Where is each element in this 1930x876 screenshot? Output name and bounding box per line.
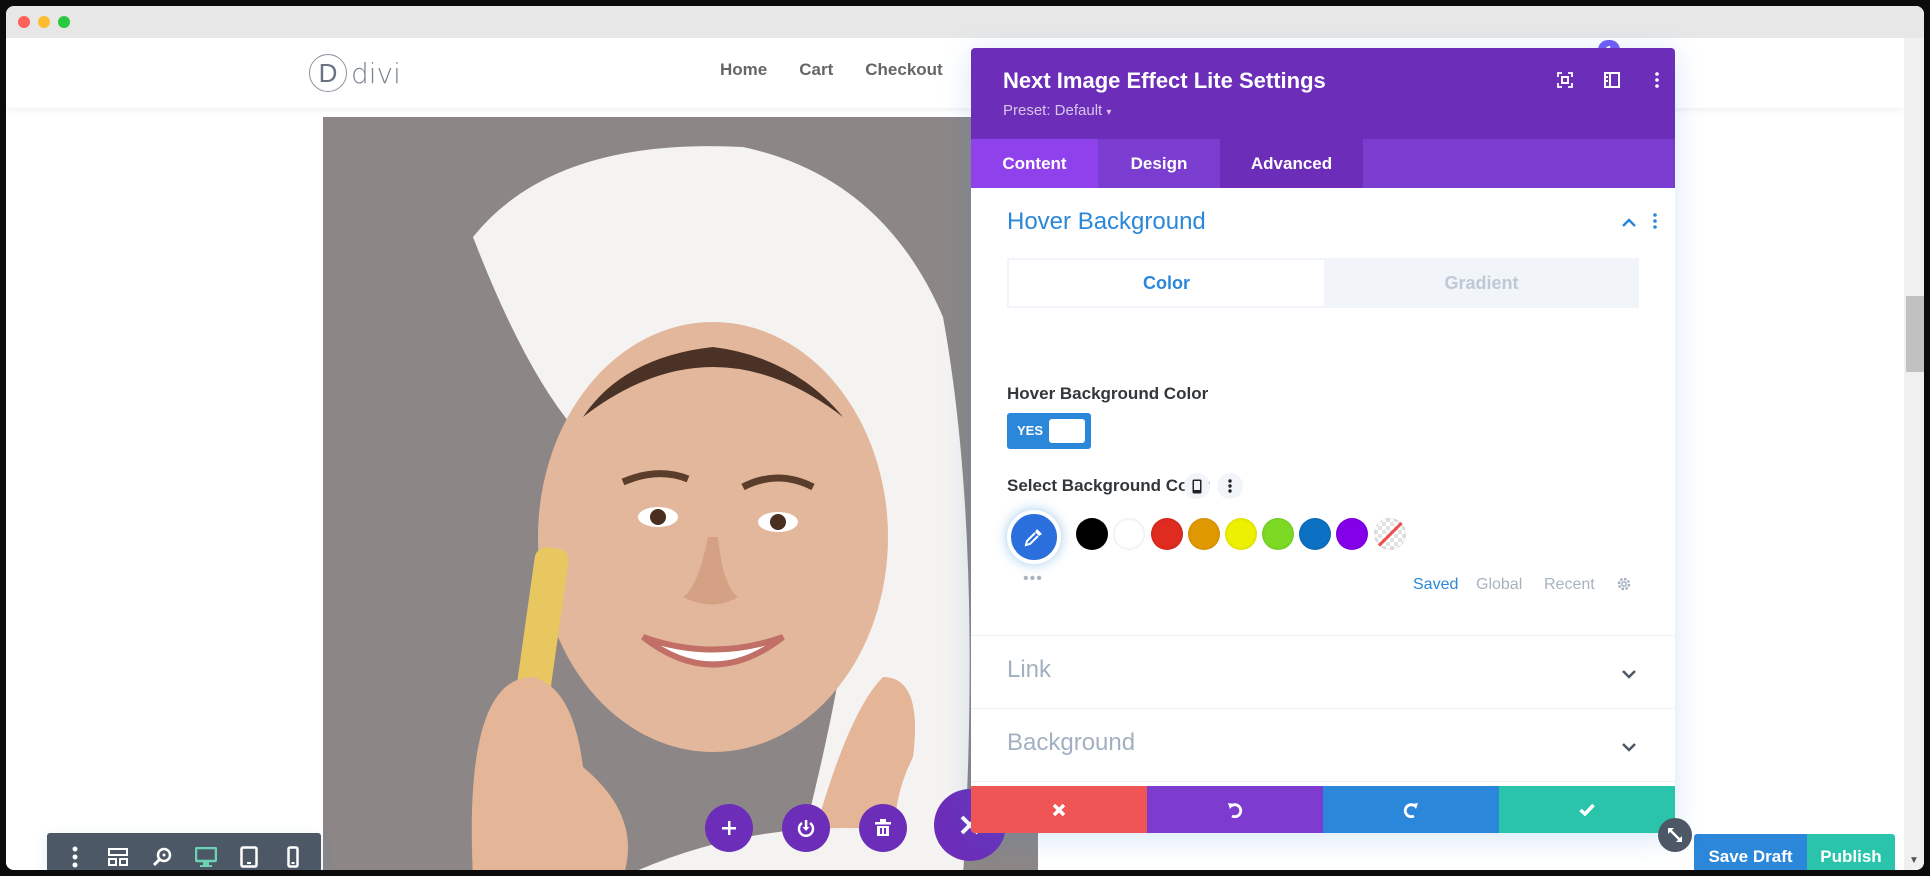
tab-advanced[interactable]: Advanced (1220, 139, 1363, 188)
save-draft-button[interactable]: Save Draft (1694, 834, 1807, 870)
wireframe-view-icon[interactable] (103, 842, 133, 870)
title-bar (6, 6, 1924, 38)
swatch-purple[interactable] (1336, 518, 1368, 550)
gradient-tab[interactable]: Gradient (1324, 258, 1639, 308)
swatch-blue[interactable] (1299, 518, 1331, 550)
delete-module-button[interactable] (859, 804, 907, 852)
view-mode-toolbar (47, 833, 321, 870)
woman-with-towel-photo (323, 117, 1038, 870)
minimize-window-button[interactable] (38, 16, 50, 28)
hover-background-color-label: Hover Background Color (1007, 384, 1209, 403)
main-nav: Home Cart Checkout (720, 60, 943, 80)
publish-button[interactable]: Publish (1807, 834, 1895, 870)
swatch-black[interactable] (1076, 518, 1108, 550)
palette-tab-recent[interactable]: Recent (1544, 576, 1595, 594)
panel-body: Hover Background Color Gradient Hover Ba… (971, 188, 1675, 786)
panel-header[interactable]: Next Image Effect Lite Settings Preset: … (971, 48, 1675, 139)
panel-title: Next Image Effect Lite Settings (1003, 68, 1326, 93)
checkmark-icon (1579, 803, 1595, 816)
preset-label: Preset: Default (1003, 102, 1103, 119)
background-type-switch: Color Gradient (1007, 258, 1639, 308)
zoom-icon[interactable] (147, 842, 177, 870)
section-menu-icon[interactable] (1653, 213, 1657, 234)
maximize-window-button[interactable] (58, 16, 70, 28)
palette-tab-global[interactable]: Global (1476, 576, 1522, 594)
close-icon (1052, 803, 1066, 816)
close-window-button[interactable] (18, 16, 30, 28)
save-changes-button[interactable] (1499, 786, 1675, 833)
power-download-icon (797, 820, 815, 837)
palette-settings-gear-icon[interactable] (1616, 576, 1632, 597)
logo-mark: D (309, 54, 347, 92)
panel-menu-icon[interactable] (1643, 66, 1671, 94)
color-tab[interactable]: Color (1007, 258, 1324, 308)
swatch-white[interactable] (1113, 518, 1145, 550)
split-view-icon[interactable] (1598, 66, 1626, 94)
nav-home[interactable]: Home (720, 60, 767, 80)
option-menu-icon[interactable] (1217, 473, 1243, 499)
discard-changes-button[interactable] (971, 786, 1147, 833)
section-link[interactable]: Link (1007, 656, 1051, 684)
color-picker-button[interactable] (1007, 510, 1061, 564)
fullscreen-icon[interactable] (1551, 66, 1579, 94)
module-image[interactable] (323, 117, 1038, 870)
swatch-orange[interactable] (1188, 518, 1220, 550)
scroll-down-arrow-icon[interactable]: ▼ (1909, 855, 1919, 866)
eyedropper-icon (1024, 529, 1042, 547)
more-swatches-icon[interactable]: ••• (1023, 570, 1043, 588)
select-background-color-label: Select Background Color (1007, 476, 1211, 495)
section-title-hover-background[interactable]: Hover Background (1007, 208, 1206, 236)
phone-view-icon[interactable] (278, 842, 308, 870)
trash-icon (875, 819, 891, 836)
undo-icon (1228, 802, 1243, 818)
hover-background-color-toggle[interactable]: YES (1007, 413, 1091, 449)
redo-button[interactable] (1323, 786, 1499, 833)
section-divider (971, 635, 1675, 636)
page-scrollbar[interactable]: ▼ (1904, 38, 1924, 870)
panel-action-bar (971, 786, 1675, 833)
save-to-library-button[interactable] (782, 804, 830, 852)
nav-checkout[interactable]: Checkout (865, 60, 942, 80)
panel-tabs: Content Design Advanced (971, 139, 1675, 188)
plus-icon (722, 821, 736, 835)
chevron-down-icon[interactable] (1622, 666, 1636, 684)
chevron-up-icon[interactable] (1622, 214, 1636, 232)
tab-content[interactable]: Content (971, 139, 1098, 188)
logo-text: divi (351, 56, 401, 90)
toggle-value: YES (1017, 423, 1044, 438)
preset-selector[interactable]: Preset: Default ▾ (1003, 102, 1111, 119)
resize-diagonal-icon (1668, 828, 1682, 842)
add-module-button[interactable] (705, 804, 753, 852)
resize-handle[interactable] (1658, 818, 1692, 852)
scrollbar-thumb[interactable] (1906, 296, 1924, 372)
desktop-view-icon[interactable] (191, 842, 221, 870)
swatch-red[interactable] (1151, 518, 1183, 550)
toggle-knob (1049, 419, 1085, 443)
section-background[interactable]: Background (1007, 729, 1135, 757)
palette-tab-saved[interactable]: Saved (1413, 576, 1458, 594)
more-options-icon[interactable] (60, 842, 90, 870)
swatch-yellow[interactable] (1225, 518, 1257, 550)
tab-design[interactable]: Design (1098, 139, 1220, 188)
chevron-down-icon[interactable] (1622, 739, 1636, 757)
responsive-phone-icon[interactable] (1184, 473, 1210, 499)
site-logo[interactable]: D divi (309, 54, 401, 92)
swatch-transparent[interactable] (1374, 518, 1406, 550)
section-divider (971, 781, 1675, 782)
section-divider (971, 708, 1675, 709)
preset-caret-icon: ▾ (1106, 107, 1112, 118)
nav-cart[interactable]: Cart (799, 60, 833, 80)
undo-button[interactable] (1147, 786, 1323, 833)
module-settings-panel: Next Image Effect Lite Settings Preset: … (971, 48, 1675, 833)
redo-icon (1403, 802, 1418, 818)
swatch-green[interactable] (1262, 518, 1294, 550)
tablet-view-icon[interactable] (234, 842, 264, 870)
